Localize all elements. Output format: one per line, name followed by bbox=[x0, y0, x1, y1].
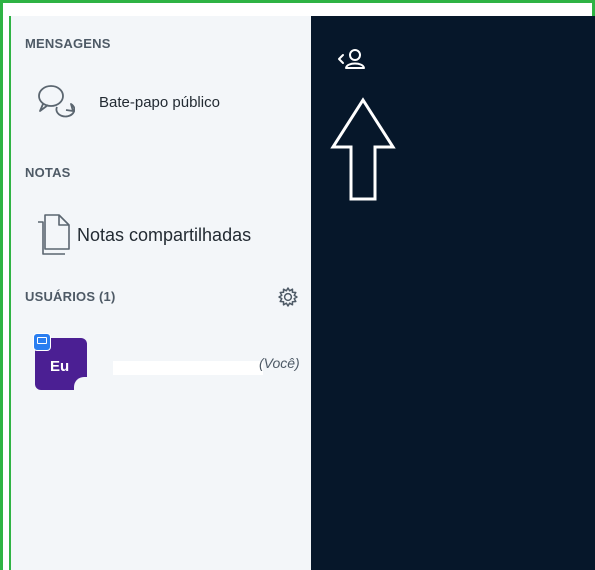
gear-icon bbox=[277, 286, 299, 313]
users-settings-button[interactable] bbox=[277, 286, 299, 308]
chevron-left-user-icon bbox=[335, 44, 375, 79]
toggle-user-list-button[interactable] bbox=[335, 44, 375, 74]
document-icon bbox=[35, 213, 71, 257]
you-label: (Você) bbox=[259, 355, 300, 371]
username-redacted bbox=[113, 361, 263, 375]
public-chat-label: Bate-papo público bbox=[99, 93, 220, 111]
presenter-icon bbox=[33, 333, 51, 351]
shared-notes-item[interactable]: Notas compartilhadas bbox=[35, 212, 251, 258]
shared-notes-label: Notas compartilhadas bbox=[77, 224, 252, 245]
user-list-sidebar: MENSAGENS Bate-papo público NOTAS Notas … bbox=[9, 16, 311, 570]
avatar-initials: Eu bbox=[50, 358, 70, 375]
public-chat-item[interactable]: Bate-papo público bbox=[35, 82, 220, 122]
avatar-corner-notch bbox=[74, 377, 90, 393]
chat-bubbles-icon bbox=[35, 82, 76, 122]
messages-section-title: MENSAGENS bbox=[25, 36, 111, 51]
user-list-item[interactable]: Eu (Você) bbox=[33, 333, 313, 393]
notes-section-title: NOTAS bbox=[25, 165, 71, 180]
users-section-title: USUÁRIOS (1) bbox=[25, 289, 116, 304]
annotation-arrow bbox=[330, 97, 396, 203]
